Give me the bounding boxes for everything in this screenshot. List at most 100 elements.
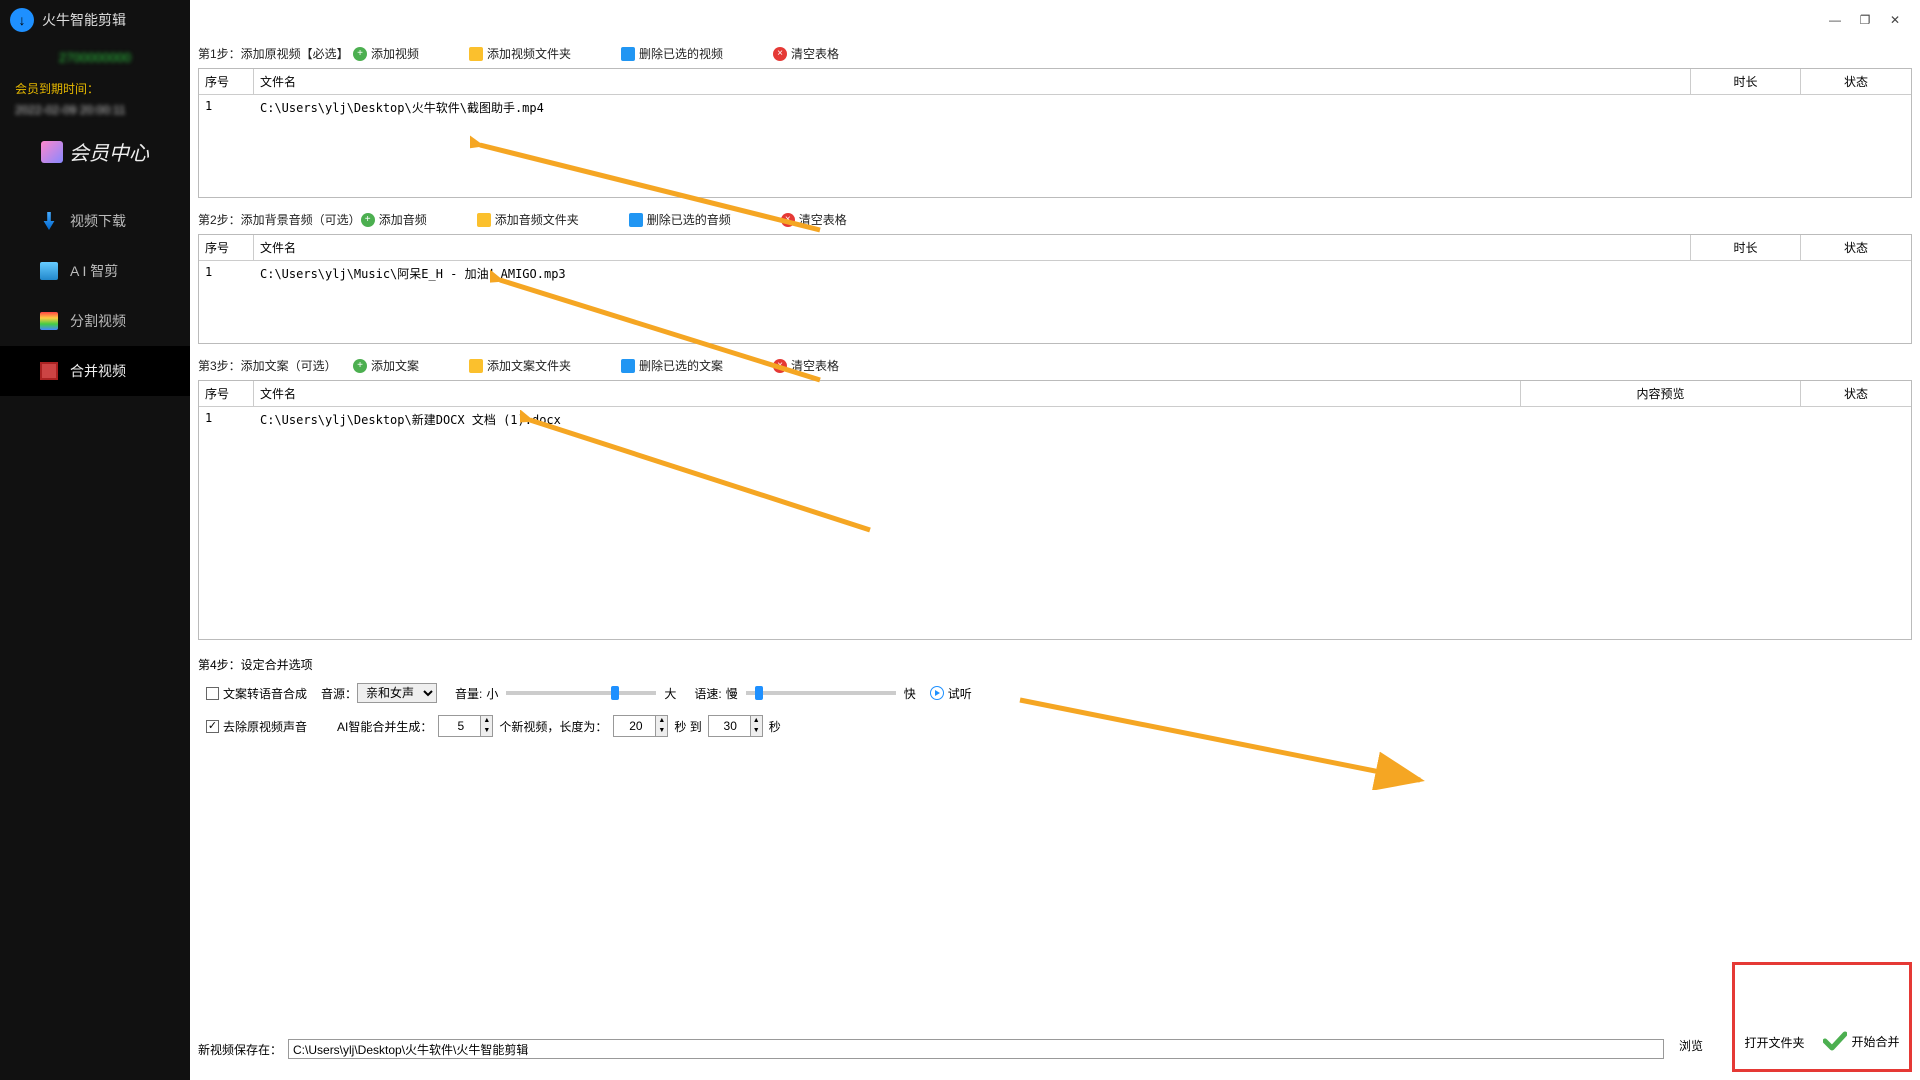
clear-script-table-button[interactable]: ×清空表格	[773, 357, 839, 374]
add-audio-folder-button[interactable]: 添加音频文件夹	[477, 211, 579, 228]
ai-gen-label: AI智能合并生成：	[337, 718, 432, 735]
add-script-button[interactable]: + 添加文案	[353, 357, 419, 374]
start-label: 开始合并	[1851, 1033, 1899, 1050]
gen-options-row: 去除原视频声音 AI智能合并生成： ▲▼ 个新视频，长度为： ▲▼ 秒 到 ▲▼…	[198, 715, 1912, 737]
browse-button[interactable]: 浏览	[1670, 1036, 1712, 1062]
col-preview: 内容预览	[1521, 381, 1801, 406]
btn-label: 添加文案	[371, 357, 419, 374]
plus-icon: +	[361, 213, 375, 227]
titlebar-controls: — ❐ ✕	[190, 0, 1920, 40]
stepper-buttons[interactable]: ▲▼	[480, 716, 492, 736]
sidebar-item-ai-edit[interactable]: A I 智剪	[0, 246, 190, 296]
stepper-buttons[interactable]: ▲▼	[750, 716, 762, 736]
col-name: 文件名	[254, 235, 1691, 260]
cell-preview	[1521, 407, 1801, 432]
cell-duration	[1691, 261, 1801, 286]
save-path-input[interactable]	[288, 1039, 1664, 1059]
start-merge-button[interactable]: 开始合并	[1823, 1031, 1899, 1051]
ai-icon	[40, 262, 58, 280]
minimize-button[interactable]: —	[1820, 5, 1850, 35]
folder-icon	[477, 213, 491, 227]
vip-center-button[interactable]: 会员中心	[0, 137, 190, 166]
btn-label: 添加视频	[371, 45, 419, 62]
step3-toolbar: 第3步：添加文案（可选） + 添加文案 添加文案文件夹 删除已选的文案 ×清空表格	[190, 352, 1920, 380]
add-audio-button[interactable]: + 添加音频	[361, 211, 427, 228]
table-row[interactable]: 1 C:\Users\ylj\Desktop\新建DOCX 文档 (1).doc…	[199, 407, 1911, 432]
script-table: 序号 文件名 内容预览 状态 1 C:\Users\ylj\Desktop\新建…	[198, 380, 1912, 640]
col-seq: 序号	[199, 235, 254, 260]
table-row[interactable]: 1 C:\Users\ylj\Music\阿呆E_H - 加油！AMIGO.mp…	[199, 261, 1911, 286]
audio-table: 序号 文件名 时长 状态 1 C:\Users\ylj\Music\阿呆E_H …	[198, 234, 1912, 344]
sec-to-label: 秒 到	[674, 718, 701, 735]
btn-label: 添加文案文件夹	[487, 357, 571, 374]
save-label: 新视频保存在：	[198, 1041, 282, 1058]
table-row[interactable]: 1 C:\Users\ylj\Desktop\火牛软件\截图助手.mp4	[199, 95, 1911, 120]
ai-gen-suffix: 个新视频，长度为：	[499, 718, 607, 735]
cell-status	[1801, 95, 1911, 120]
cell-seq: 1	[199, 261, 254, 286]
btn-label: 删除已选的音频	[647, 211, 731, 228]
sidebar-item-download[interactable]: 视频下载	[0, 196, 190, 246]
play-icon	[930, 686, 944, 700]
btn-label: 清空表格	[791, 45, 839, 62]
app-logo-icon: ↓	[10, 8, 34, 32]
delete-selected-video-button[interactable]: 删除已选的视频	[621, 45, 723, 62]
clear-icon: ×	[773, 47, 787, 61]
action-box: 打开文件夹 开始合并	[1732, 962, 1912, 1072]
app-title: 火牛智能剪辑	[42, 10, 126, 30]
add-video-folder-button[interactable]: 添加视频文件夹	[469, 45, 571, 62]
delete-selected-audio-button[interactable]: 删除已选的音频	[629, 211, 731, 228]
btn-label: 添加音频	[379, 211, 427, 228]
add-video-button[interactable]: + 添加视频	[353, 45, 419, 62]
folder-icon	[469, 47, 483, 61]
vip-icon	[41, 141, 63, 163]
vip-center-label: 会员中心	[69, 137, 149, 166]
delete-selected-script-button[interactable]: 删除已选的文案	[621, 357, 723, 374]
open-folder-button[interactable]: 打开文件夹	[1744, 1034, 1804, 1051]
expire-label: 会员到期时间：	[0, 80, 190, 97]
sidebar-item-merge[interactable]: 合并视频	[0, 346, 190, 396]
mute-original-checkbox[interactable]	[206, 720, 219, 733]
btn-label: 删除已选的文案	[639, 357, 723, 374]
nav-label: A I 智剪	[70, 261, 118, 281]
split-icon	[40, 312, 58, 330]
col-status: 状态	[1801, 69, 1911, 94]
cell-status	[1801, 261, 1911, 286]
table-body: 1 C:\Users\ylj\Music\阿呆E_H - 加油！AMIGO.mp…	[199, 261, 1911, 286]
step3-label: 第3步：添加文案（可选）	[198, 357, 353, 374]
sidebar-item-split[interactable]: 分割视频	[0, 296, 190, 346]
plus-icon: +	[353, 359, 367, 373]
tts-options-row: 文案转语音合成 音源： 亲和女声 音量: 小 大 语速: 慢 快 试听	[198, 683, 1912, 703]
btn-label: 添加视频文件夹	[487, 45, 571, 62]
close-button[interactable]: ✕	[1880, 5, 1910, 35]
step1-toolbar: 第1步：添加原视频【必选】 +添加视频 添加视频文件夹 删除已选的视频 ×清空表…	[190, 40, 1920, 68]
col-name: 文件名	[254, 381, 1521, 406]
voice-label: 音源：	[321, 685, 357, 702]
tts-checkbox[interactable]	[206, 687, 219, 700]
col-seq: 序号	[199, 381, 254, 406]
titlebar: ↓ 火牛智能剪辑 — ❐ ✕	[0, 0, 1920, 40]
volume-slider[interactable]	[506, 691, 656, 695]
cell-name: C:\Users\ylj\Desktop\新建DOCX 文档 (1).docx	[254, 407, 1521, 432]
clear-video-table-button[interactable]: × 清空表格	[773, 45, 839, 62]
speed-max: 快	[904, 685, 916, 702]
clear-audio-table-button[interactable]: ×清空表格	[781, 211, 847, 228]
titlebar-brand: ↓ 火牛智能剪辑	[0, 0, 190, 40]
stepper-buttons[interactable]: ▲▼	[655, 716, 667, 736]
maximize-button[interactable]: ❐	[1850, 5, 1880, 35]
speed-slider[interactable]	[746, 691, 896, 695]
preview-voice-button[interactable]: 试听	[930, 685, 972, 702]
add-script-folder-button[interactable]: 添加文案文件夹	[469, 357, 571, 374]
delete-icon	[621, 359, 635, 373]
cell-seq: 1	[199, 407, 254, 432]
voice-select[interactable]: 亲和女声	[357, 683, 437, 703]
col-duration: 时长	[1691, 69, 1801, 94]
nav-label: 视频下载	[70, 211, 126, 231]
preview-label: 试听	[948, 685, 972, 702]
plus-icon: +	[353, 47, 367, 61]
save-row: 新视频保存在： 浏览	[190, 1028, 1720, 1070]
step4-label: 第4步：设定合并选项	[198, 656, 1912, 673]
table-header: 序号 文件名 时长 状态	[199, 235, 1911, 261]
volume-max: 大	[664, 685, 676, 702]
volume-min: 小	[486, 685, 498, 702]
